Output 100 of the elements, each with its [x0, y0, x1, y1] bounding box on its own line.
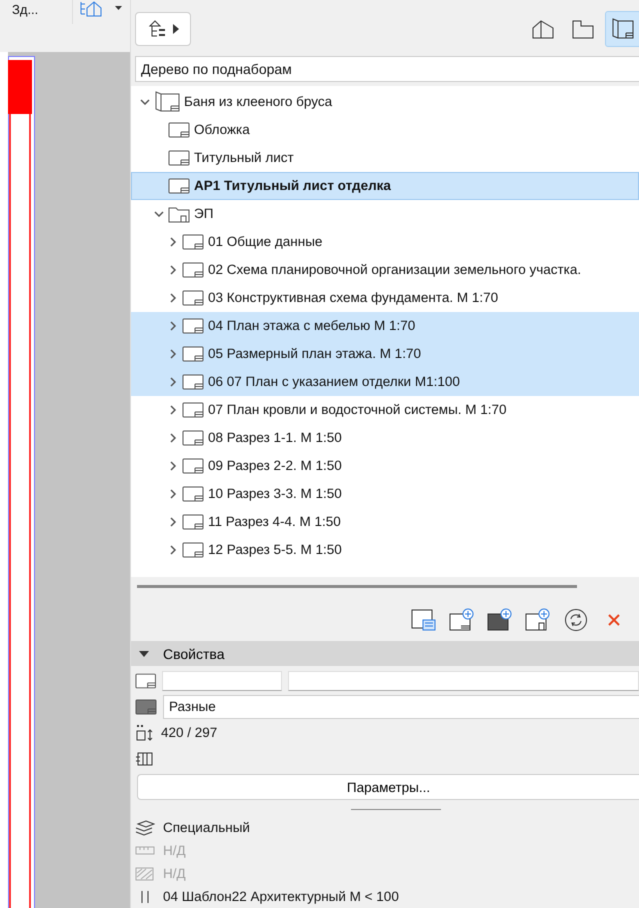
chevron-right-icon[interactable]: [168, 264, 178, 275]
chevron-down-icon[interactable]: [154, 210, 164, 217]
sheet-icon: [168, 122, 190, 138]
chevron-right-icon[interactable]: [168, 348, 178, 359]
sheet-plus-icon: [449, 608, 475, 632]
chevron-right-icon[interactable]: [168, 516, 178, 527]
sheet-icon: [182, 290, 204, 306]
tree-row[interactable]: 02 Схема планировочной организации земельного участка.: [131, 256, 639, 284]
sheet-icon: [182, 458, 204, 474]
info-text: 04 Шаблон22 Архитектурный М < 100: [163, 889, 399, 904]
tree-row[interactable]: 07 План кровли и водосточной системы. М 1:70: [131, 396, 639, 424]
section-header[interactable]: Свойства: [131, 640, 639, 666]
tree-label: 06 07 План с указанием отделки М1:100: [208, 374, 460, 390]
sheet-icon: [182, 402, 204, 418]
tree-row[interactable]: 10 Разрез 3-3. М 1:50: [131, 480, 639, 508]
tree-row[interactable]: 11 Разрез 4-4. М 1:50: [131, 508, 639, 536]
chevron-right-icon[interactable]: [168, 488, 178, 499]
revision-icon: [135, 752, 155, 766]
chevron-down-icon[interactable]: [140, 98, 150, 105]
layout-icon: [571, 18, 595, 39]
tree-label: 10 Разрез 3-3. М 1:50: [208, 486, 342, 502]
navigator-button[interactable]: [135, 12, 191, 46]
tree-label: 05 Размерный план этажа. М 1:70: [208, 346, 421, 362]
tree-label: 01 Общие данные: [208, 234, 322, 250]
house-icon: [531, 18, 555, 39]
tree-row[interactable]: 05 Размерный план этажа. М 1:70: [131, 340, 639, 368]
tree-label: 04 План этажа с мебелью М 1:70: [208, 318, 416, 334]
close-icon: [608, 614, 620, 626]
tree-label: Титульный лист: [194, 150, 294, 166]
view-tab[interactable]: [605, 10, 639, 47]
sheet-list-icon: [411, 608, 437, 632]
master-dropdown[interactable]: Разные: [163, 694, 639, 719]
layers-icon: [135, 820, 155, 836]
sheet-icon: [182, 374, 204, 390]
tree-label: Баня из клееного бруса: [184, 94, 332, 110]
chevron-right-icon[interactable]: [168, 460, 178, 471]
sheet-icon: [182, 542, 204, 558]
chevron-right-icon[interactable]: [168, 236, 178, 247]
tree-label: 07 План кровли и водосточной системы. М 1:70: [208, 402, 507, 418]
chevron-right-icon[interactable]: [168, 320, 178, 331]
tree-row[interactable]: 01 Общие данные: [131, 228, 639, 256]
sheet-plus-icon: [487, 608, 513, 632]
tree-label: 03 Конструктивная схема фундамента. М 1:70: [208, 290, 498, 306]
view-mode-dropdown[interactable]: Дерево по поднаборам: [135, 56, 639, 82]
tree-row[interactable]: 08 Разрез 1-1. М 1:50: [131, 424, 639, 452]
book-icon: [611, 18, 635, 40]
tree-row[interactable]: 04 План этажа с мебелью М 1:70: [131, 312, 639, 340]
caret-icon: [173, 24, 179, 34]
parameters-button[interactable]: Параметры...: [137, 774, 639, 800]
tree-icon: [147, 18, 167, 39]
chevron-right-icon[interactable]: [168, 404, 178, 415]
view-map-icon[interactable]: [79, 0, 123, 18]
size-value: 420 / 297: [161, 725, 218, 740]
tree-row[interactable]: Титульный лист: [131, 144, 639, 172]
chevron-right-icon[interactable]: [168, 376, 178, 387]
size-icon: [135, 724, 155, 742]
tree-row[interactable]: 09 Разрез 2-2. М 1:50: [131, 452, 639, 480]
sheet-icon: [135, 672, 156, 689]
tree-row[interactable]: АР1 Титульный лист отделка: [131, 172, 639, 200]
hatch-icon: [135, 866, 155, 881]
chevron-right-icon[interactable]: [168, 292, 178, 303]
tree-row[interactable]: 06 07 План с указанием отделки М1:100: [131, 368, 639, 396]
sheet-icon: [182, 514, 204, 530]
sheet-icon: [168, 178, 190, 194]
chevron-right-icon[interactable]: [168, 432, 178, 443]
section-title: Свойства: [163, 646, 224, 662]
caret-down-icon: [139, 650, 149, 656]
id-field[interactable]: [162, 670, 282, 691]
folder-plus-icon: [525, 608, 551, 632]
sheet-icon: [182, 318, 204, 334]
tree-row[interactable]: Баня из клееного бруса: [131, 88, 639, 116]
bracket-icon: [141, 890, 149, 902]
tree-label: ЭП: [194, 206, 214, 222]
book-icon: [154, 90, 180, 113]
info-text: Н/Д: [163, 843, 186, 858]
refresh-icon: [564, 608, 588, 632]
sheet-icon: [182, 262, 204, 278]
sheet-icon: [168, 150, 190, 166]
tree-label: АР1 Титульный лист отделка: [194, 178, 391, 194]
sheet-icon: [135, 698, 157, 715]
sheet-icon: [182, 430, 204, 446]
tree-label: 11 Разрез 4-4. М 1:50: [208, 514, 341, 530]
tree-row[interactable]: Обложка: [131, 116, 639, 144]
tree-row[interactable]: 03 Конструктивная схема фундамента. М 1:70: [131, 284, 639, 312]
tree-row[interactable]: ЭП: [131, 200, 639, 228]
tree-label: 12 Разрез 5-5. М 1:50: [208, 542, 342, 558]
sheet-icon: [182, 346, 204, 362]
scrollbar-thumb[interactable]: [137, 585, 577, 588]
info-text: Н/Д: [163, 866, 186, 882]
tree-row[interactable]: 12 Разрез 5-5. М 1:50: [131, 536, 639, 564]
info-text: Специальный: [163, 820, 250, 836]
tree-label: Обложка: [194, 122, 250, 138]
tree-label: 09 Разрез 2-2. М 1:50: [208, 458, 342, 474]
sheet-icon: [182, 486, 204, 502]
ruler-icon: [135, 846, 155, 856]
tree-label: 02 Схема планировочной организации земельного участка.: [208, 262, 582, 278]
folder-icon: [168, 204, 190, 223]
tree-label: 08 Разрез 1-1. М 1:50: [208, 430, 342, 446]
name-field[interactable]: [288, 670, 639, 691]
chevron-right-icon[interactable]: [168, 544, 178, 555]
